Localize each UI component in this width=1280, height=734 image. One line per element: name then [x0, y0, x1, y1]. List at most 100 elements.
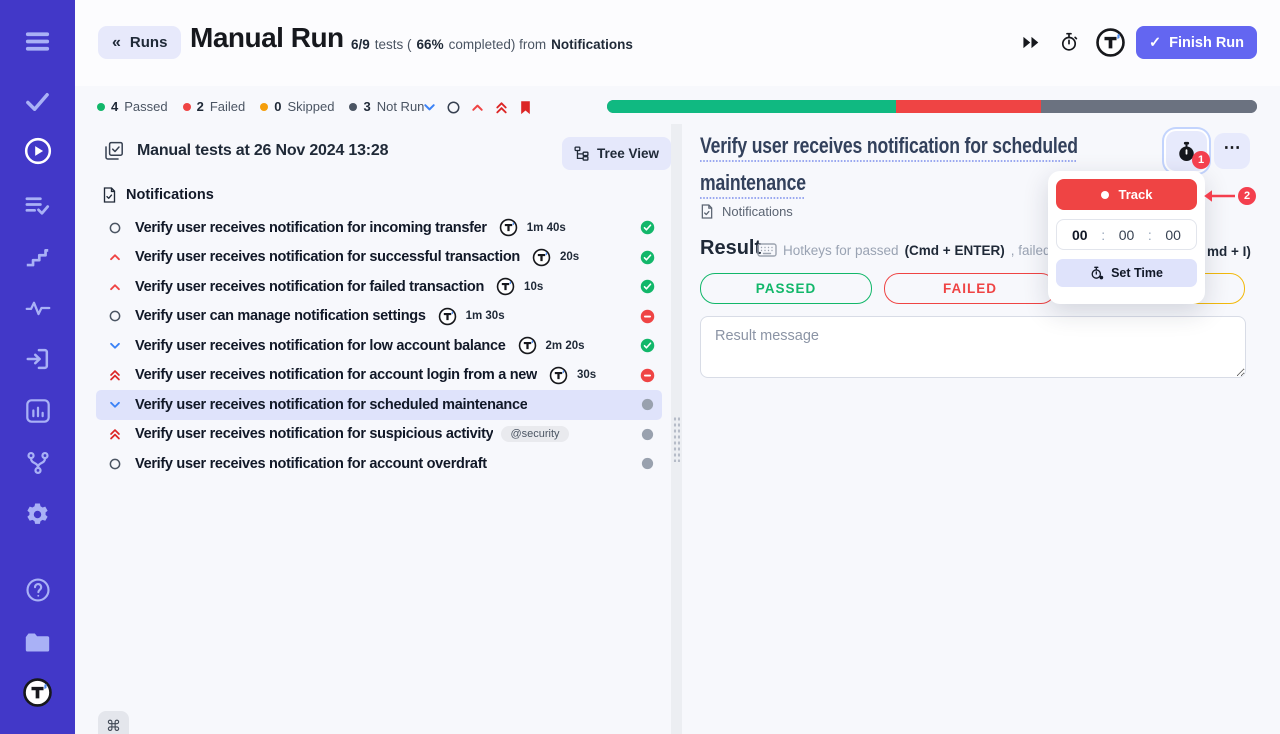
- test-list: Verify user receives notification for in…: [96, 213, 662, 479]
- test-row[interactable]: Verify user receives notification for su…: [96, 420, 662, 450]
- panel-resize-handle[interactable]: [671, 124, 682, 734]
- testomat-icon: [438, 307, 457, 326]
- set-time-button[interactable]: Set Time: [1056, 259, 1197, 287]
- test-title: Verify user receives notification for in…: [135, 220, 487, 236]
- passed-button[interactable]: PASSED: [700, 273, 872, 304]
- time-separator: :: [1148, 227, 1152, 243]
- suite-label: Notifications: [126, 187, 214, 203]
- percent-complete: 66%: [417, 37, 444, 52]
- priority-normal-icon: [108, 221, 122, 235]
- sidebar-item-runs[interactable]: [0, 134, 75, 168]
- status-passed-icon: [640, 250, 655, 265]
- check-icon: ✓: [1149, 35, 1161, 51]
- counter-label: Failed: [210, 99, 245, 114]
- priority-low-icon: [108, 398, 122, 412]
- failed-button[interactable]: FAILED: [884, 273, 1056, 304]
- stopwatch-icon[interactable]: [1059, 32, 1079, 52]
- sidebar-item-logo[interactable]: [0, 675, 75, 709]
- sidebar-item-projects[interactable]: [0, 625, 75, 659]
- test-title: Verify user receives notification for su…: [135, 426, 493, 442]
- more-options-button[interactable]: ⋯: [1214, 133, 1250, 169]
- chevrons-left-icon: «: [112, 34, 121, 52]
- status-passed-icon: [640, 279, 655, 294]
- tree-view-button[interactable]: Tree View: [562, 137, 671, 170]
- test-row[interactable]: Verify user receives notification for fa…: [96, 272, 662, 302]
- breadcrumb[interactable]: Notifications: [700, 204, 793, 219]
- test-row[interactable]: Verify user receives notification for ac…: [96, 449, 662, 479]
- bookmark-icon[interactable]: [518, 100, 533, 115]
- chevron-up-icon[interactable]: [470, 100, 485, 115]
- steps-icon: [25, 245, 50, 270]
- breadcrumb-label: Notifications: [722, 204, 793, 219]
- counter-not-run[interactable]: 3Not Run: [349, 99, 424, 114]
- hotkey-passed: (Cmd + ENTER): [905, 243, 1005, 258]
- chevrons-up-icon[interactable]: [494, 100, 509, 115]
- status-dot-icon: [183, 103, 191, 111]
- test-row[interactable]: Verify user receives notification for in…: [96, 213, 662, 243]
- test-row[interactable]: Verify user receives notification for ac…: [96, 361, 662, 391]
- hotkeys-hint: Hotkeys for passed (Cmd + ENTER) , faile…: [757, 242, 1050, 258]
- list-check-icon: [24, 192, 51, 219]
- ellipsis-icon: ⋯: [1224, 138, 1241, 158]
- status-passed-icon: [640, 220, 655, 235]
- status-notrun-icon: [640, 456, 655, 471]
- counter-value: 0: [274, 99, 281, 114]
- counter-failed[interactable]: 2Failed: [183, 99, 246, 114]
- command-icon: ⌘: [106, 717, 121, 734]
- priority-normal-icon: [108, 457, 122, 471]
- counter-passed[interactable]: 4Passed: [97, 99, 168, 114]
- sidebar-item-settings[interactable]: [0, 497, 75, 531]
- command-hotkey-chip[interactable]: ⌘: [98, 711, 129, 734]
- suite-name: Notifications: [551, 37, 633, 52]
- testomat-icon: [549, 366, 568, 385]
- circle-priority-icon[interactable]: [446, 100, 461, 115]
- sidebar-item-tests[interactable]: [0, 84, 75, 118]
- back-to-runs-button[interactable]: « Runs: [98, 26, 181, 59]
- test-title: Verify user receives notification for ac…: [135, 456, 487, 472]
- counter-skipped[interactable]: 0Skipped: [260, 99, 334, 114]
- suite-header[interactable]: Notifications: [102, 187, 214, 203]
- track-button[interactable]: Track: [1056, 179, 1197, 210]
- testomat-icon: [496, 277, 515, 296]
- result-message-input[interactable]: [700, 316, 1246, 378]
- test-row[interactable]: Verify user receives notification for sc…: [96, 390, 662, 420]
- hours-value[interactable]: 00: [1072, 227, 1088, 243]
- finish-run-button[interactable]: ✓ Finish Run: [1136, 26, 1257, 59]
- sidebar-item-analytics[interactable]: [0, 394, 75, 428]
- annotation-arrow-icon: [1203, 189, 1237, 203]
- menu-icon: [23, 27, 52, 56]
- test-row[interactable]: Verify user receives notification for lo…: [96, 331, 662, 361]
- file-check-icon: [102, 187, 117, 203]
- test-title: Verify user receives notification for fa…: [135, 279, 484, 295]
- testomat-icon: [532, 248, 551, 267]
- status-failed-icon: [640, 368, 655, 383]
- sidebar-item-plans[interactable]: [0, 188, 75, 222]
- time-tracking-popup: Track 00 : 00 : 00 Set Time: [1048, 171, 1205, 304]
- sidebar-item-branches[interactable]: [0, 446, 75, 480]
- test-row[interactable]: Verify user receives notification for su…: [96, 243, 662, 273]
- run-progress-summary: 6/9 tests ( 66% completed) from Notifica…: [351, 37, 633, 52]
- priority-high-icon: [108, 280, 122, 294]
- chevron-down-icon[interactable]: [422, 100, 437, 115]
- play-circle-icon: [23, 136, 53, 166]
- fast-forward-icon[interactable]: [1022, 35, 1040, 50]
- minutes-value[interactable]: 00: [1119, 227, 1135, 243]
- sidebar-item-help[interactable]: [0, 573, 75, 607]
- grip-dots-icon: [673, 416, 680, 462]
- record-icon: [1101, 191, 1109, 199]
- test-title: Verify user receives notification for lo…: [135, 338, 506, 354]
- sidebar-item-pulse[interactable]: [0, 291, 75, 325]
- test-row[interactable]: Verify user can manage notification sett…: [96, 302, 662, 332]
- status-notrun-icon: [640, 397, 655, 412]
- time-input[interactable]: 00 : 00 : 00: [1056, 219, 1197, 250]
- page-title: Manual Run: [190, 22, 344, 54]
- seconds-value[interactable]: 00: [1165, 227, 1181, 243]
- set-time-label: Set Time: [1111, 266, 1163, 280]
- sidebar-item-import[interactable]: [0, 342, 75, 376]
- counter-value: 3: [363, 99, 370, 114]
- sidebar-item-menu[interactable]: [0, 24, 75, 58]
- test-title: Verify user receives notification for su…: [135, 249, 520, 265]
- counter-value: 4: [111, 99, 118, 114]
- priority-critical-icon: [108, 368, 122, 382]
- sidebar-item-steps[interactable]: [0, 240, 75, 274]
